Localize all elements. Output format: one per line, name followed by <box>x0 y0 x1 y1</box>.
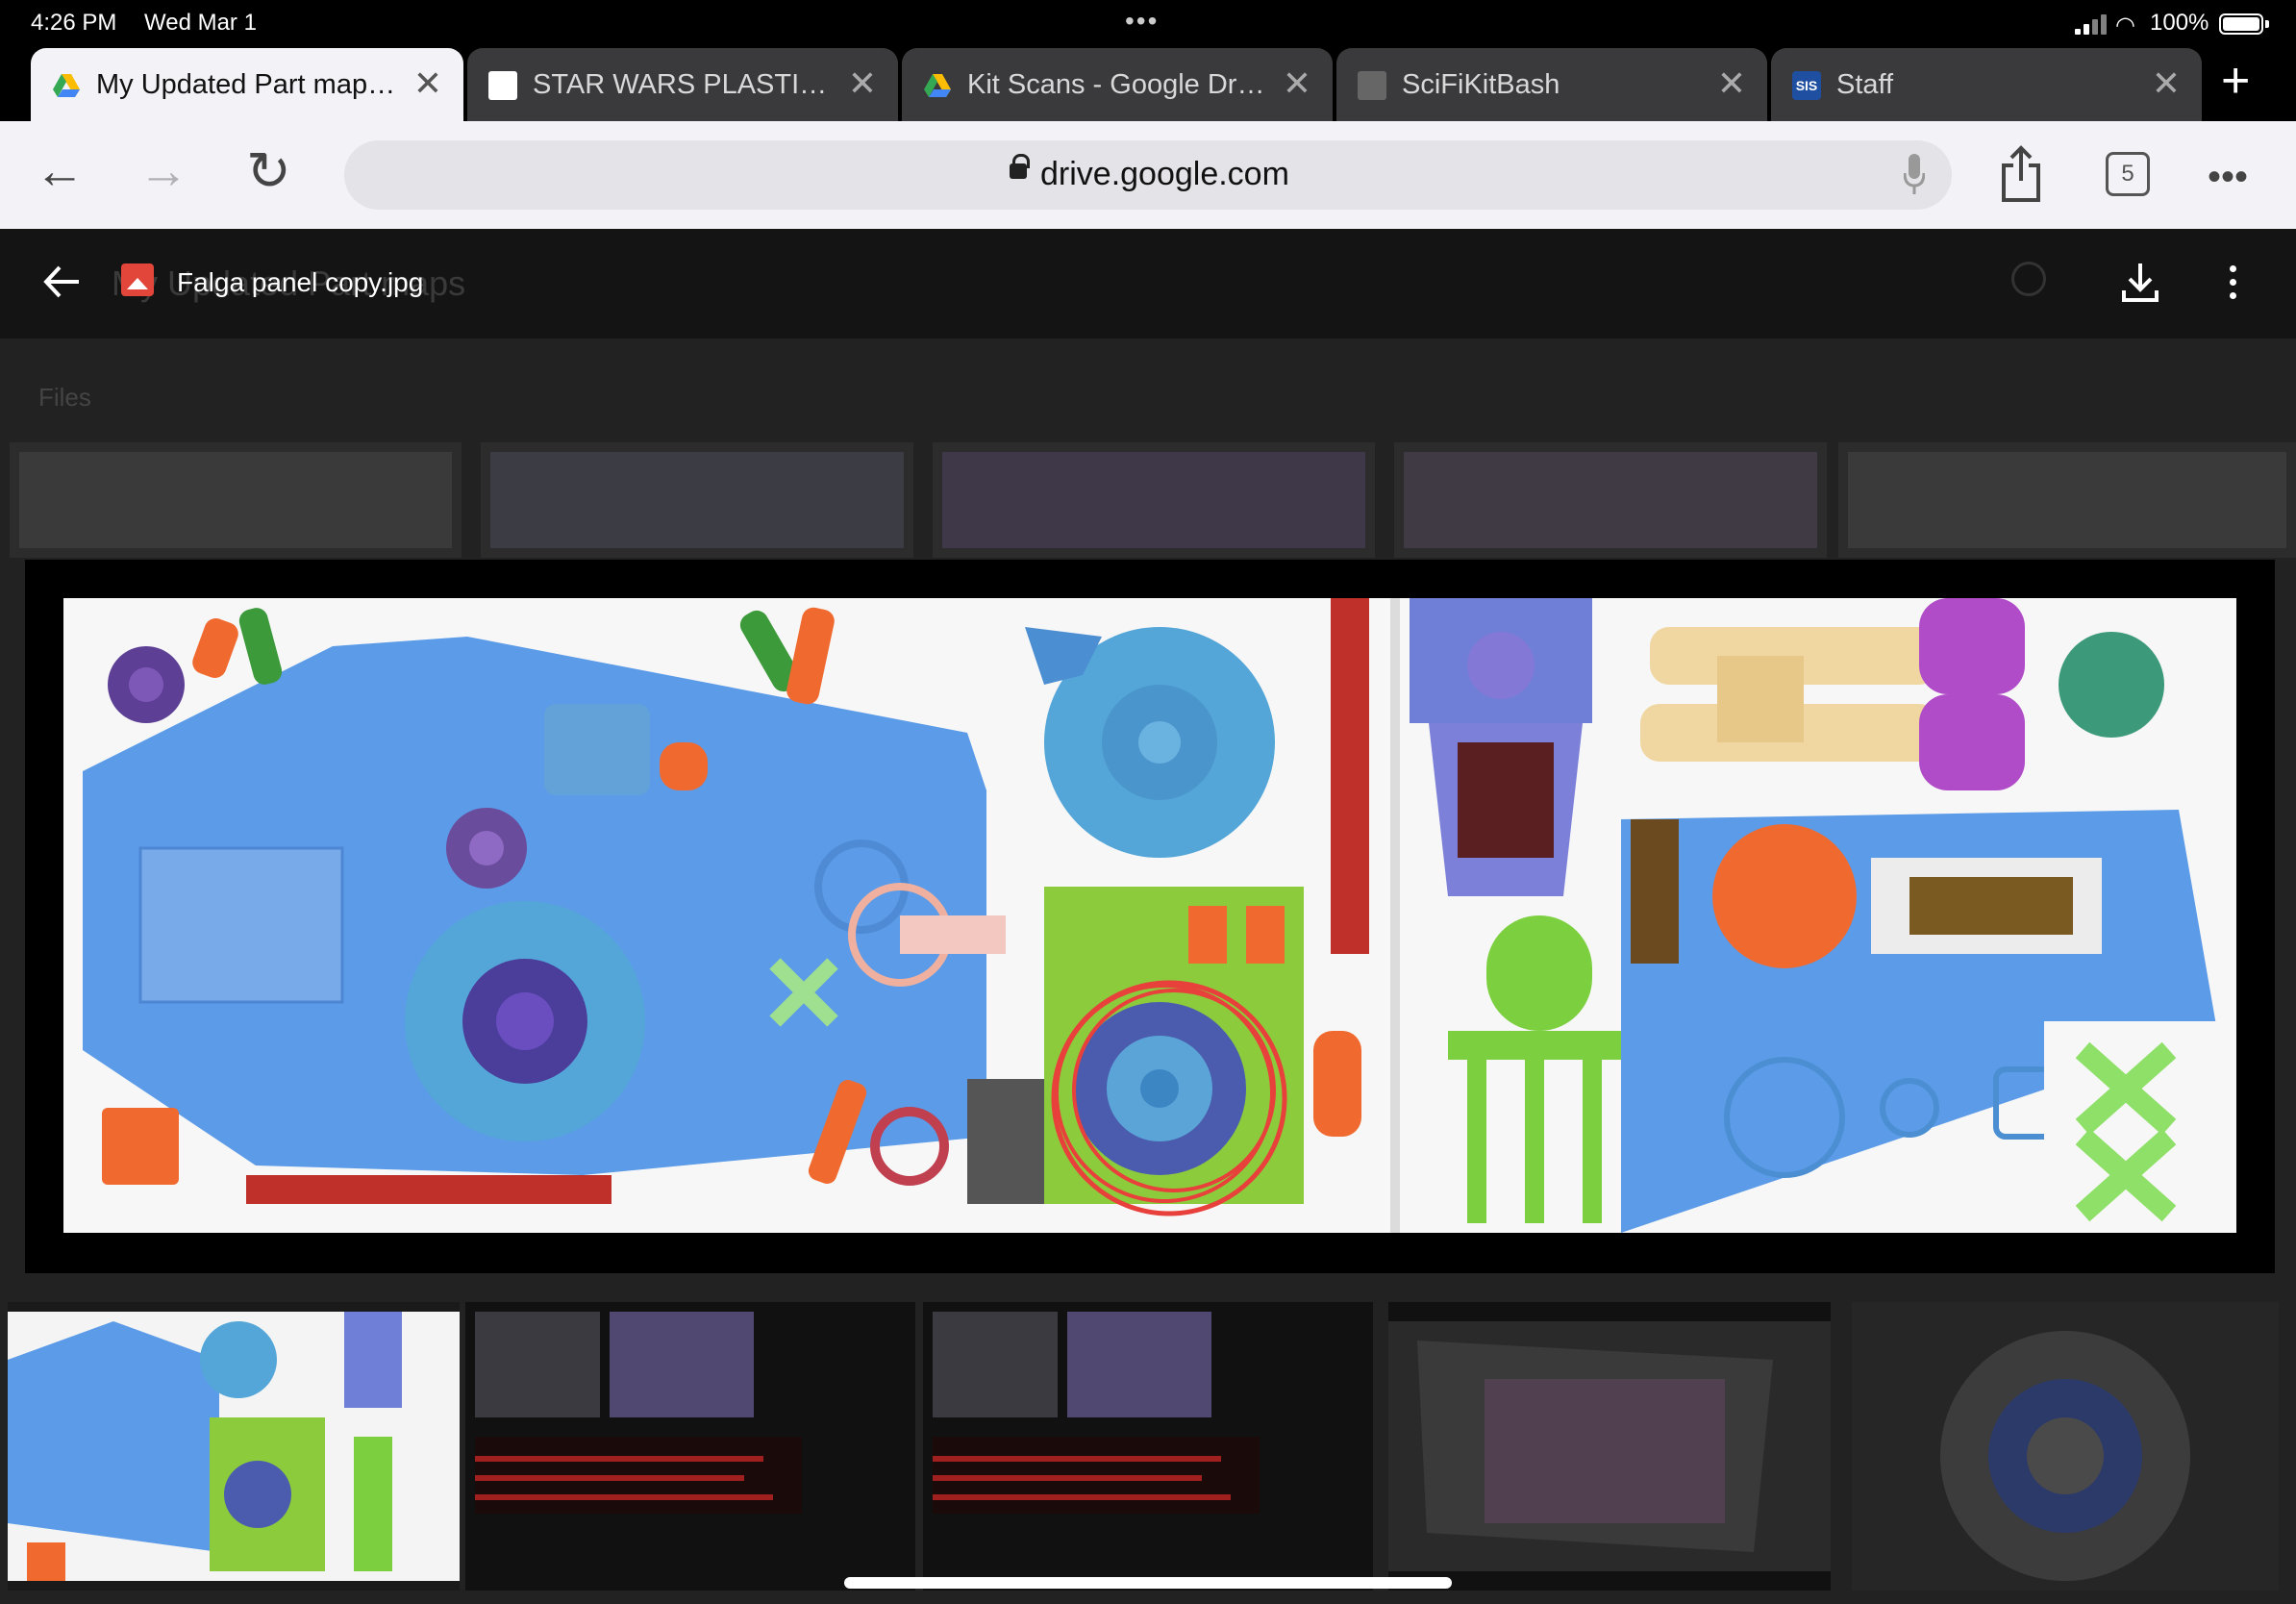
tab-title: Kit Scans - Google Drive <box>967 69 1265 100</box>
cellular-signal-icon <box>2075 13 2108 35</box>
forward-arrow-icon[interactable]: → <box>138 140 188 202</box>
part-map-graphic <box>83 598 2236 1233</box>
thumbnail-image <box>933 1312 1260 1514</box>
site-favicon-icon <box>1358 71 1386 100</box>
multitasking-dots-icon[interactable]: ••• <box>1125 6 1159 37</box>
site-favicon-icon <box>488 71 517 100</box>
tab-count-button[interactable]: 5 <box>2106 152 2150 196</box>
tab-title: Staff <box>1836 69 1894 100</box>
download-icon[interactable] <box>2121 262 2159 304</box>
battery-icon <box>2219 13 2263 35</box>
background-files-label: Files <box>38 383 91 412</box>
tab-close-icon[interactable]: ✕ <box>848 63 877 104</box>
tab-title: My Updated Part maps - Google Drive <box>96 69 396 100</box>
tab-scifikitbash[interactable]: SciFiKitBash ✕ <box>1336 48 1767 121</box>
lock-icon <box>1010 154 1030 183</box>
background-thumbnail <box>10 442 462 558</box>
thumbnail-image <box>1388 1321 1831 1571</box>
status-time: 4:26 PM <box>31 10 117 36</box>
tab-title: SciFiKitBash <box>1402 69 1560 100</box>
microphone-icon[interactable] <box>1904 154 1925 196</box>
url-text: drive.google.com <box>1040 156 1289 192</box>
image-preview[interactable] <box>25 560 2275 1273</box>
tab-my-updated-part-maps[interactable]: My Updated Part maps - Google Drive ✕ <box>31 48 463 121</box>
background-thumbnail <box>1394 442 1827 558</box>
more-options-icon[interactable]: ••• <box>2208 146 2248 208</box>
new-tab-button[interactable]: + <box>2221 56 2250 106</box>
thumbnail-strip-item[interactable] <box>8 1302 460 1591</box>
tab-staff[interactable]: SIS Staff ✕ <box>1771 48 2202 121</box>
tab-star-wars-plastic[interactable]: STAR WARS PLASTIC MODEL KITS ✕ <box>467 48 898 121</box>
battery-percentage: 100% <box>2150 10 2209 36</box>
drive-preview-area: My Updated Part maps Falga panel copy.jp… <box>0 229 2296 1604</box>
file-name: Falga panel copy.jpg <box>177 267 424 297</box>
viewer-back-arrow-icon[interactable] <box>38 258 87 306</box>
sis-icon: SIS <box>1792 71 1821 100</box>
thumbnail-strip-item[interactable] <box>465 1302 915 1591</box>
tab-strip: My Updated Part maps - Google Drive ✕ ST… <box>0 46 2296 121</box>
screen: 4:26 PM Wed Mar 1 ••• ◠ 100% My Updated … <box>0 0 2296 1604</box>
thumbnail-image <box>1852 1302 2279 1591</box>
browser-toolbar: ← → ↻ drive.google.com 5 ••• <box>0 121 2296 229</box>
thumbnail-image <box>8 1312 460 1581</box>
tab-close-icon[interactable]: ✕ <box>2152 63 2181 104</box>
viewer-more-icon[interactable] <box>2227 262 2238 304</box>
address-bar[interactable]: drive.google.com <box>344 140 1952 210</box>
background-thumbnail <box>933 442 1375 558</box>
status-bar: 4:26 PM Wed Mar 1 ••• ◠ 100% <box>0 0 2296 46</box>
home-indicator[interactable] <box>844 1577 1452 1589</box>
share-icon[interactable] <box>2000 144 2042 202</box>
google-drive-icon <box>924 74 951 97</box>
reload-icon[interactable]: ↻ <box>246 140 291 202</box>
part-map-image <box>63 598 2236 1233</box>
background-search-icon <box>2011 262 2046 296</box>
background-thumbnail <box>1838 442 2296 558</box>
thumbnail-strip-item[interactable] <box>923 1302 1373 1591</box>
google-drive-icon <box>53 74 80 97</box>
wifi-icon: ◠ <box>2115 13 2135 38</box>
thumbnail-strip-item[interactable] <box>1852 1302 2279 1591</box>
back-arrow-icon[interactable]: ← <box>35 140 85 202</box>
tab-kit-scans[interactable]: Kit Scans - Google Drive ✕ <box>902 48 1333 121</box>
tab-close-icon[interactable]: ✕ <box>1717 63 1746 104</box>
status-date: Wed Mar 1 <box>144 10 257 36</box>
tab-close-icon[interactable]: ✕ <box>413 63 442 104</box>
tab-close-icon[interactable]: ✕ <box>1283 63 1311 104</box>
background-thumbnail <box>481 442 913 558</box>
thumbnail-image <box>475 1312 802 1514</box>
thumbnail-strip-item[interactable] <box>1388 1302 1831 1591</box>
battery-nub <box>2265 20 2269 28</box>
image-file-icon <box>121 263 154 296</box>
viewer-header: My Updated Part maps Falga panel copy.jp… <box>0 229 2296 338</box>
tab-title: STAR WARS PLASTIC MODEL KITS <box>533 69 831 100</box>
